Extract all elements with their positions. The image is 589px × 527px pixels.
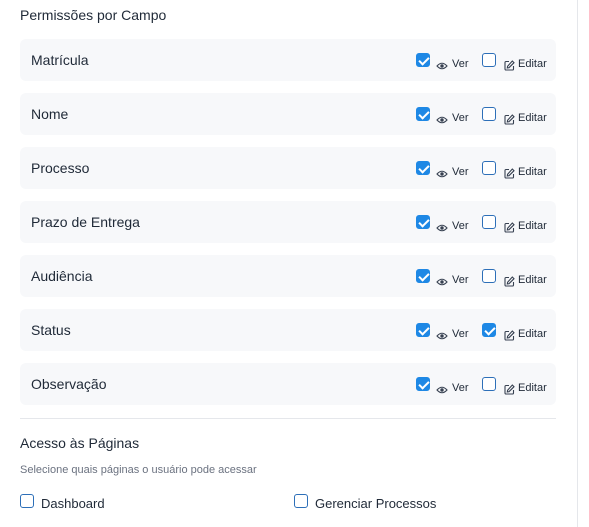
pencil-square-icon — [504, 112, 515, 130]
edit-checkbox[interactable] — [482, 107, 496, 121]
pencil-square-icon — [504, 220, 515, 238]
field-label: Prazo de Entrega — [31, 214, 140, 230]
section-divider — [20, 418, 556, 419]
view-label: Ver — [452, 274, 469, 286]
pencil-square-icon — [504, 274, 515, 292]
view-label: Ver — [452, 328, 469, 340]
field-permissions-title: Permissões por Campo — [20, 7, 167, 23]
edit-checkbox[interactable] — [482, 323, 496, 337]
field-row-prazo-de-entrega: Prazo de Entrega Ver Editar — [20, 201, 556, 243]
edit-label: Editar — [518, 112, 547, 124]
field-row-processo: Processo Ver Editar — [20, 147, 556, 189]
edit-label: Editar — [518, 166, 547, 178]
edit-checkbox[interactable] — [482, 215, 496, 229]
view-label: Ver — [452, 112, 469, 124]
edit-label: Editar — [518, 328, 547, 340]
field-row-audiencia: Audiência Ver Editar — [20, 255, 556, 297]
field-row-nome: Nome Ver Editar — [20, 93, 556, 135]
field-label: Audiência — [31, 268, 93, 284]
view-checkbox[interactable] — [416, 53, 430, 67]
view-checkbox[interactable] — [416, 215, 430, 229]
view-checkbox[interactable] — [416, 107, 430, 121]
eye-icon — [436, 382, 448, 400]
edit-label: Editar — [518, 58, 547, 70]
edit-checkbox[interactable] — [482, 269, 496, 283]
eye-icon — [436, 220, 448, 238]
view-label: Ver — [452, 220, 469, 232]
view-checkbox[interactable] — [416, 161, 430, 175]
page-option-label: Gerenciar Processos — [315, 496, 437, 511]
view-label: Ver — [452, 58, 469, 70]
eye-icon — [436, 328, 448, 346]
edit-label: Editar — [518, 274, 547, 286]
field-label: Observação — [31, 376, 107, 392]
view-label: Ver — [452, 166, 469, 178]
page-checkbox[interactable] — [294, 494, 308, 508]
edit-checkbox[interactable] — [482, 161, 496, 175]
field-label: Status — [31, 322, 71, 338]
pencil-square-icon — [504, 328, 515, 346]
field-label: Processo — [31, 160, 90, 176]
eye-icon — [436, 166, 448, 184]
view-label: Ver — [452, 382, 469, 394]
edit-checkbox[interactable] — [482, 53, 496, 67]
page-option-label: Dashboard — [41, 496, 105, 511]
field-row-observacao: Observação Ver Editar — [20, 363, 556, 405]
eye-icon — [436, 112, 448, 130]
eye-icon — [436, 274, 448, 292]
pencil-square-icon — [504, 166, 515, 184]
view-checkbox[interactable] — [416, 377, 430, 391]
view-checkbox[interactable] — [416, 269, 430, 283]
field-permissions-list: Matrícula Ver Editar Nome Ver Editar Pro… — [20, 39, 556, 417]
edit-checkbox[interactable] — [482, 377, 496, 391]
page-access-subtitle: Selecione quais páginas o usuário pode a… — [20, 464, 257, 476]
panel-right-edge — [577, 0, 578, 527]
eye-icon — [436, 58, 448, 76]
field-label: Matrícula — [31, 52, 89, 68]
edit-label: Editar — [518, 382, 547, 394]
page-checkbox[interactable] — [20, 494, 34, 508]
pencil-square-icon — [504, 382, 515, 400]
page-access-title: Acesso às Páginas — [20, 435, 140, 451]
pencil-square-icon — [504, 58, 515, 76]
edit-label: Editar — [518, 220, 547, 232]
field-row-matricula: Matrícula Ver Editar — [20, 39, 556, 81]
view-checkbox[interactable] — [416, 323, 430, 337]
field-label: Nome — [31, 106, 69, 122]
field-row-status: Status Ver Editar — [20, 309, 556, 351]
